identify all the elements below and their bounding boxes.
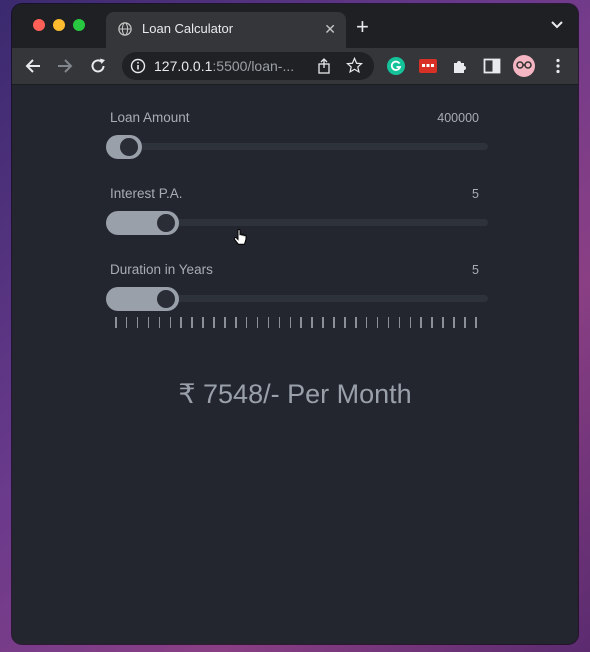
chevron-down-icon[interactable] — [550, 20, 564, 30]
tick-mark — [278, 317, 281, 328]
loan-amount-label: Loan Amount — [110, 110, 190, 125]
tick-mark — [475, 317, 477, 328]
address-bar[interactable]: 127.0.0.1:5500/loan-... — [122, 52, 374, 80]
tick-mark — [169, 317, 172, 328]
page-content: Loan Amount 400000 Interest P.A. 5 Durat… — [12, 85, 578, 644]
tick-mark — [431, 317, 433, 328]
tick-mark — [311, 317, 313, 328]
close-tab-icon[interactable]: ✕ — [324, 20, 336, 38]
interest-value: 5 — [472, 187, 479, 201]
tab-strip: Loan Calculator ✕ + — [12, 4, 578, 48]
info-icon[interactable] — [130, 58, 146, 74]
kebab-menu-icon[interactable] — [548, 56, 568, 76]
tick-mark — [158, 317, 161, 328]
tick-mark — [256, 317, 259, 328]
tick-mark — [420, 317, 422, 328]
tick-mark — [245, 317, 248, 328]
new-tab-button[interactable]: + — [356, 16, 369, 38]
tick-mark — [115, 317, 117, 328]
tick-mark — [365, 317, 368, 328]
grammarly-extension-icon[interactable] — [386, 56, 406, 76]
url-text[interactable]: 127.0.0.1:5500/loan-... — [154, 59, 304, 74]
interest-label: Interest P.A. — [110, 186, 183, 201]
tick-mark — [387, 317, 390, 328]
browser-window: Loan Calculator ✕ + 127.0.0.1:5500/loan-… — [12, 4, 578, 644]
duration-value: 5 — [472, 263, 479, 277]
tick-mark — [191, 317, 193, 328]
tick-mark — [333, 317, 335, 328]
duration-label: Duration in Years — [110, 262, 213, 277]
side-panel-icon[interactable] — [482, 56, 502, 76]
tick-mark — [300, 317, 302, 328]
tick-mark — [147, 317, 150, 328]
tick-mark — [213, 317, 215, 328]
interest-thumb[interactable] — [155, 212, 177, 234]
duration-tick-marks — [115, 317, 487, 329]
zoom-window-button[interactable] — [73, 19, 85, 31]
url-host: 127.0.0.1 — [154, 59, 213, 74]
tick-mark — [202, 317, 204, 328]
red-extension-icon[interactable] — [418, 56, 438, 76]
tab-title: Loan Calculator — [142, 21, 234, 36]
tick-mark — [224, 317, 226, 328]
loan-amount-track[interactable] — [106, 143, 488, 150]
duration-thumb[interactable] — [155, 288, 177, 310]
globe-icon — [118, 22, 132, 36]
loan-amount-value: 400000 — [437, 111, 479, 125]
forward-arrow-icon[interactable] — [56, 57, 74, 75]
tick-mark — [376, 317, 379, 328]
bookmark-star-icon[interactable] — [346, 57, 363, 74]
tick-mark — [409, 317, 412, 328]
puzzle-extensions-icon[interactable] — [450, 56, 470, 76]
browser-toolbar: 127.0.0.1:5500/loan-... — [12, 48, 578, 85]
tick-mark — [235, 317, 237, 328]
tick-mark — [322, 317, 324, 328]
tick-mark — [267, 317, 270, 328]
tick-mark — [136, 317, 139, 328]
tick-mark — [442, 317, 444, 328]
tick-mark — [289, 317, 292, 328]
tick-mark — [453, 317, 455, 328]
profile-avatar-icon[interactable] — [512, 54, 536, 78]
tick-mark — [464, 317, 466, 328]
back-arrow-icon[interactable] — [24, 57, 42, 75]
tick-mark — [344, 317, 346, 328]
loan-amount-thumb[interactable] — [118, 136, 140, 158]
url-path: :5500/loan-... — [212, 59, 295, 74]
tab-loan-calculator[interactable]: Loan Calculator ✕ — [106, 12, 346, 48]
share-icon[interactable] — [316, 58, 332, 74]
tick-mark — [180, 317, 182, 328]
reload-icon[interactable] — [89, 57, 107, 75]
tick-mark — [355, 317, 357, 328]
hand-pointer-cursor-icon — [234, 229, 247, 245]
tick-mark — [398, 317, 401, 328]
monthly-emi-result: ₹ 7548/- Per Month — [178, 379, 412, 409]
close-window-button[interactable] — [33, 19, 45, 31]
tick-mark — [125, 317, 128, 328]
minimize-window-button[interactable] — [53, 19, 65, 31]
